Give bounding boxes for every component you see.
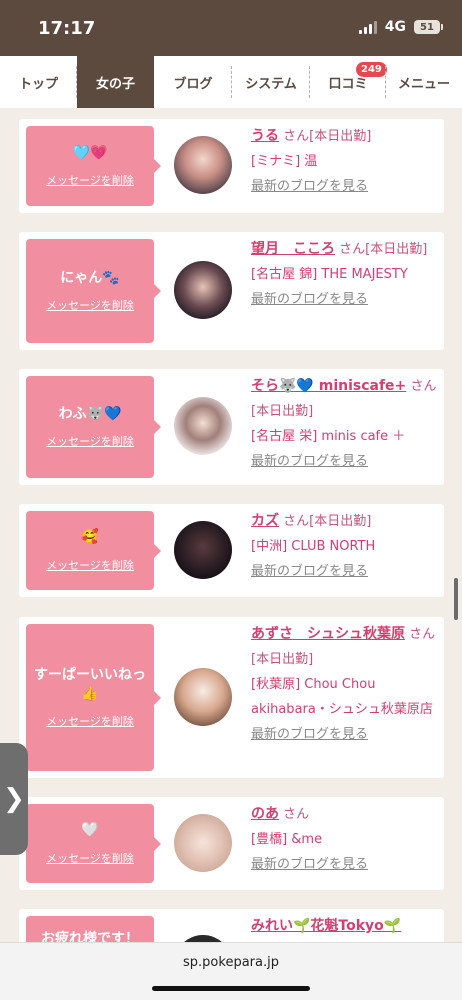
message-text: 🩵💗 <box>72 144 108 161</box>
girl-status: さん[本日出勤] <box>339 242 428 257</box>
delete-message-link[interactable]: メッセージを削除 <box>46 713 134 729</box>
girl-name-link[interactable]: そら🐺💙 miniscafe+ <box>251 378 406 394</box>
tab-label: トップ <box>18 76 58 92</box>
list-item: にゃん🐾 メッセージを削除 望月 こころ さん[本日出勤] [名古屋 錦] TH… <box>19 232 444 350</box>
tab-blog[interactable]: ブログ <box>154 56 232 108</box>
side-drawer-toggle[interactable]: ❯ <box>0 743 28 855</box>
list-item: お疲れ様です！ みれい🌱花魁Tokyo🌱 <box>19 909 444 942</box>
girl-status: さん[本日出勤] <box>283 514 372 529</box>
tab-label: メニュー <box>397 76 450 92</box>
avatar[interactable] <box>174 814 232 872</box>
review-count-badge: 249 <box>356 62 387 77</box>
delete-message-link[interactable]: メッセージを削除 <box>46 557 134 573</box>
girl-info: そら🐺💙 miniscafe+ さん[本日出勤] [名古屋 栄] minis c… <box>251 374 439 474</box>
latest-blog-link[interactable]: 最新のブログを見る <box>251 564 368 579</box>
tab-top[interactable]: トップ <box>0 56 77 108</box>
avatar[interactable] <box>174 668 232 726</box>
delete-message-link[interactable]: メッセージを削除 <box>46 172 134 188</box>
tab-system[interactable]: システム <box>232 56 310 108</box>
delete-message-link[interactable]: メッセージを削除 <box>46 433 134 449</box>
delete-message-link[interactable]: メッセージを削除 <box>46 850 134 866</box>
latest-blog-link[interactable]: 最新のブログを見る <box>251 292 368 307</box>
girl-name-link[interactable]: うる <box>251 128 279 144</box>
message-bubble: にゃん🐾 メッセージを削除 <box>26 239 161 343</box>
delete-message-link[interactable]: メッセージを削除 <box>46 297 134 313</box>
girl-info: のあ さん [豊橋] &me 最新のブログを見る <box>251 802 439 877</box>
avatar[interactable] <box>174 935 232 942</box>
girl-name-link[interactable]: 望月 こころ <box>251 241 335 257</box>
scrollbar[interactable] <box>454 578 458 620</box>
girl-name-link[interactable]: のあ <box>251 806 279 822</box>
latest-blog-link[interactable]: 最新のブログを見る <box>251 857 368 872</box>
list-item: 🩵💗 メッセージを削除 うる さん[本日出勤] [ミナミ] 温 最新のブログを見… <box>19 119 444 213</box>
avatar[interactable] <box>174 136 232 194</box>
home-indicator[interactable] <box>152 986 310 991</box>
tab-label: ブログ <box>173 76 213 92</box>
message-bubble: 🩵💗 メッセージを削除 <box>26 126 161 206</box>
tab-girls[interactable]: 女の子 <box>77 56 154 108</box>
tab-reviews[interactable]: 口コミ 249 <box>310 56 387 108</box>
message-text: にゃん🐾 <box>60 269 120 286</box>
girl-name-link[interactable]: あずさ シュシュ秋葉原 <box>251 626 405 642</box>
favorites-list: 🩵💗 メッセージを削除 うる さん[本日出勤] [ミナミ] 温 最新のブログを見… <box>0 108 462 942</box>
girl-name-link[interactable]: カズ <box>251 513 279 529</box>
girl-info: 望月 こころ さん[本日出勤] [名古屋 錦] THE MAJESTY 最新のブ… <box>251 237 439 312</box>
shop-name: [中洲] CLUB NORTH <box>251 539 376 554</box>
network-label: 4G <box>384 19 406 35</box>
girl-status: さん[本日出勤] <box>283 129 372 144</box>
avatar[interactable] <box>174 261 232 319</box>
tab-bar: トップ 女の子 ブログ システム 口コミ 249 メニュー <box>0 56 462 108</box>
message-bubble: 🥰 メッセージを削除 <box>26 511 161 590</box>
shop-name: [名古屋 栄] minis cafe ＋ <box>251 429 406 444</box>
list-item: すーぱーいいねっ👍 メッセージを削除 あずさ シュシュ秋葉原 さん[本日出勤] … <box>19 617 444 778</box>
message-text: 🥰 <box>81 529 99 546</box>
message-bubble: わふ🐺💙 メッセージを削除 <box>26 376 161 478</box>
tab-label: 女の子 <box>95 76 135 92</box>
list-item: わふ🐺💙 メッセージを削除 そら🐺💙 miniscafe+ さん[本日出勤] [… <box>19 369 444 485</box>
browser-url-bar[interactable]: sp.pokepara.jp <box>0 942 462 1000</box>
girl-info: あずさ シュシュ秋葉原 さん[本日出勤] [秋葉原] Chou Chou aki… <box>251 622 439 747</box>
message-text: 🤍 <box>81 822 99 839</box>
shop-name: [秋葉原] Chou Chou akihabara・シュシュ秋葉原店 <box>251 677 433 717</box>
status-time: 17:17 <box>38 18 96 39</box>
status-icons: 4G 51 <box>358 19 443 35</box>
avatar[interactable] <box>174 521 232 579</box>
latest-blog-link[interactable]: 最新のブログを見る <box>251 454 368 469</box>
shop-name: [名古屋 錦] THE MAJESTY <box>251 267 408 282</box>
girl-status: さん <box>283 807 310 822</box>
tab-label: システム <box>245 76 297 92</box>
girl-info: カズ さん[本日出勤] [中洲] CLUB NORTH 最新のブログを見る <box>251 509 439 584</box>
message-bubble: すーぱーいいねっ👍 メッセージを削除 <box>26 624 161 771</box>
girl-info: うる さん[本日出勤] [ミナミ] 温 最新のブログを見る <box>251 124 439 199</box>
tab-menu[interactable]: メニュー <box>386 56 462 108</box>
battery-level: 51 <box>420 21 434 33</box>
status-bar: 17:17 4G 51 <box>0 0 462 56</box>
message-bubble: 🤍 メッセージを削除 <box>26 804 161 883</box>
shop-name: [豊橋] &me <box>251 832 323 847</box>
list-item: 🤍 メッセージを削除 のあ さん [豊橋] &me 最新のブログを見る <box>19 797 444 890</box>
message-text: わふ🐺💙 <box>58 405 122 422</box>
url-text: sp.pokepara.jp <box>183 955 279 970</box>
list-item: 🥰 メッセージを削除 カズ さん[本日出勤] [中洲] CLUB NORTH 最… <box>19 504 444 597</box>
battery-icon: 51 <box>414 20 443 34</box>
latest-blog-link[interactable]: 最新のブログを見る <box>251 727 368 742</box>
latest-blog-link[interactable]: 最新のブログを見る <box>251 179 368 194</box>
girl-name-link[interactable]: みれい🌱花魁Tokyo🌱 <box>251 918 401 934</box>
avatar[interactable] <box>174 397 232 455</box>
chevron-right-icon: ❯ <box>3 784 25 814</box>
signal-icon <box>358 20 377 34</box>
girl-info: みれい🌱花魁Tokyo🌱 <box>251 914 439 939</box>
message-text: すーぱーいいねっ👍 <box>34 667 146 702</box>
shop-name: [ミナミ] 温 <box>251 154 318 169</box>
message-bubble: お疲れ様です！ <box>26 916 154 942</box>
message-text: お疲れ様です！ <box>41 931 139 942</box>
